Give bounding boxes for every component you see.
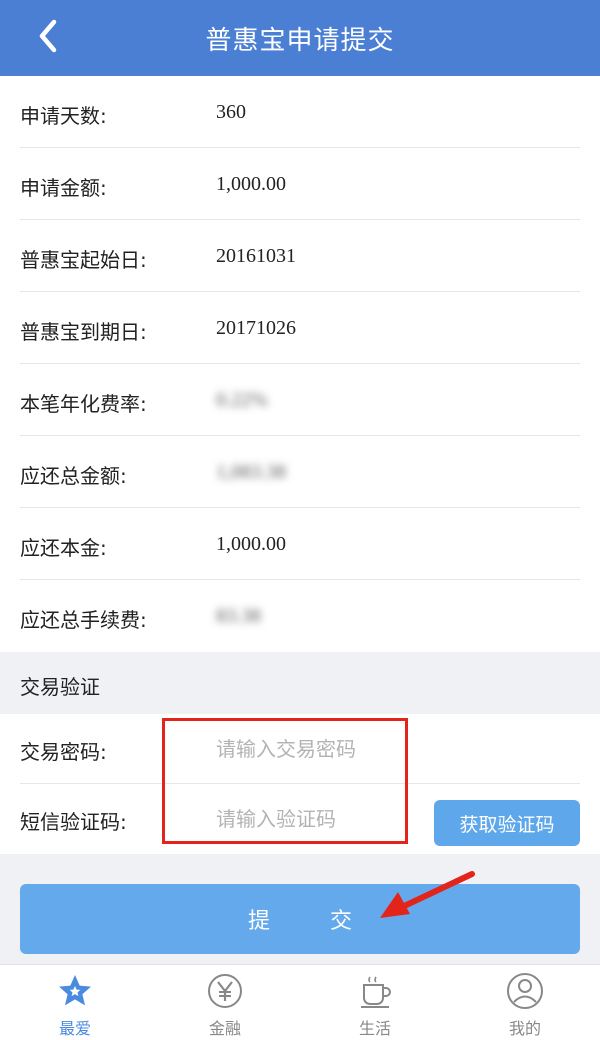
sms-code-label: 短信验证码: (20, 810, 127, 834)
verification-section-header: 交易验证 (0, 652, 600, 714)
detail-row-start-date: 普惠宝起始日: 20161031 (0, 220, 600, 292)
tab-label: 我的 (508, 1019, 541, 1038)
user-icon (507, 973, 543, 1009)
password-label: 交易密码: (20, 740, 107, 764)
detail-value: 1,000.00 (216, 173, 286, 195)
tab-label: 最爱 (58, 1019, 91, 1038)
bottom-tab-bar: 最爱 金融 生活 我的 (0, 964, 600, 1040)
detail-label: 申请天数: (20, 104, 107, 128)
tab-mine[interactable]: 我的 (450, 965, 600, 1040)
detail-value-obscured: 0.22% (216, 389, 268, 411)
detail-label: 应还总金额: (20, 464, 127, 488)
detail-label: 应还本金: (20, 536, 107, 560)
detail-label: 申请金额: (20, 176, 107, 200)
detail-row-days: 申请天数: 360 (0, 76, 600, 148)
detail-value: 20161031 (216, 245, 296, 267)
tab-favorites[interactable]: 最爱 (0, 965, 150, 1040)
detail-label: 本笔年化费率: (20, 392, 147, 416)
detail-row-end-date: 普惠宝到期日: 20171026 (0, 292, 600, 364)
detail-value: 1,000.00 (216, 533, 286, 555)
detail-value: 20171026 (216, 317, 296, 339)
detail-row-annual-rate: 本笔年化费率: 0.22% (0, 364, 600, 436)
red-arrow-annotation (380, 871, 475, 918)
detail-label: 应还总手续费: (20, 608, 147, 632)
highlight-box (162, 718, 408, 844)
star-icon (59, 975, 91, 1006)
app-header: 普惠宝申请提交 (0, 0, 600, 76)
get-code-button[interactable]: 获取验证码 (434, 800, 580, 846)
section-title: 交易验证 (20, 675, 100, 699)
tab-label: 生活 (358, 1019, 391, 1038)
application-details: 申请天数: 360 申请金额: 1,000.00 普惠宝起始日: 2016103… (0, 76, 600, 652)
detail-row-principal: 应还本金: 1,000.00 (0, 508, 600, 580)
page-title: 普惠宝申请提交 (205, 26, 395, 56)
detail-value-obscured: 83.38 (216, 605, 261, 627)
detail-row-total-fee: 应还总手续费: 83.38 (0, 580, 600, 652)
detail-row-total-repayment: 应还总金额: 1,083.38 (0, 436, 600, 508)
detail-value: 360 (216, 101, 246, 123)
tab-life[interactable]: 生活 (300, 965, 450, 1040)
detail-label: 普惠宝到期日: (20, 320, 147, 344)
cup-icon (361, 976, 391, 1008)
submit-button[interactable]: 提交 (20, 884, 580, 954)
detail-label: 普惠宝起始日: (20, 248, 147, 272)
tab-finance[interactable]: 金融 (150, 965, 300, 1040)
detail-row-amount: 申请金额: 1,000.00 (0, 148, 600, 220)
detail-value-obscured: 1,083.38 (216, 461, 286, 483)
yen-icon (208, 974, 242, 1008)
tab-label: 金融 (208, 1019, 241, 1038)
